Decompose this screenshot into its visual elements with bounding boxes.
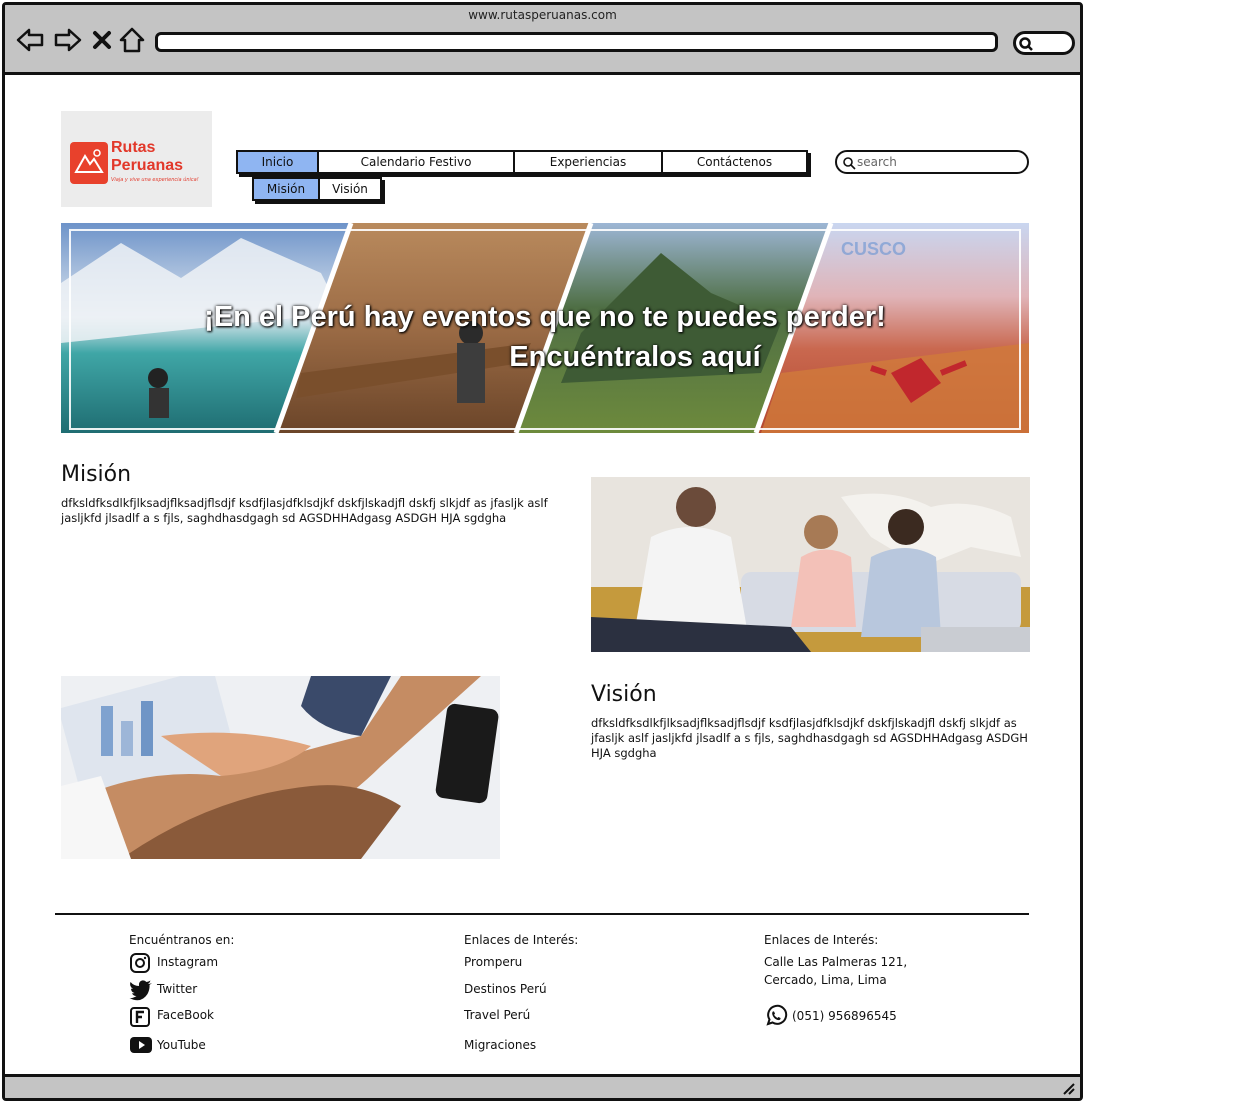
facebook-icon[interactable] xyxy=(129,1006,151,1028)
banner-headline: ¡En el Perú hay eventos que no te puedes… xyxy=(61,297,1029,377)
browser-toolbar: www.rutasperuanas.com xyxy=(5,5,1080,75)
footer-link-travel[interactable]: Travel Perú xyxy=(464,1008,530,1022)
footer-link-migraciones[interactable]: Migraciones xyxy=(464,1038,536,1052)
footer-phone[interactable]: (051) 956896545 xyxy=(792,1007,897,1025)
footer-social-heading: Encuéntranos en: xyxy=(129,933,235,947)
twitter-icon[interactable] xyxy=(129,979,153,1001)
search-icon xyxy=(843,157,856,170)
footer-social: Encuéntranos en: Instagram Twitter FaceB… xyxy=(129,930,349,1060)
team-hands-photo xyxy=(61,676,500,859)
instagram-icon[interactable] xyxy=(129,952,151,974)
site-logo[interactable]: Rutas Peruanas Viaja y vive una experien… xyxy=(61,111,212,207)
browser-window: www.rutasperuanas.com Rutas Peruanas Via… xyxy=(2,2,1083,1101)
nav-item-experiencias[interactable]: Experiencias xyxy=(515,152,663,172)
hero-banner[interactable]: CUSCO ¡En el Perú hay eventos que no te … xyxy=(61,223,1029,433)
site-search xyxy=(835,150,1029,174)
logo-title: Rutas Peruanas xyxy=(111,139,183,175)
footer-link-promperu[interactable]: Promperu xyxy=(464,955,522,969)
main-nav: Inicio Calendario Festivo Experiencias C… xyxy=(236,150,808,174)
nav-item-inicio[interactable]: Inicio xyxy=(238,152,319,172)
close-icon[interactable] xyxy=(91,25,113,55)
footer-contact: Enlaces de Interés: Calle Las Palmeras 1… xyxy=(764,930,1024,1060)
forward-arrow-icon[interactable] xyxy=(53,25,83,55)
footer-address-line1: Calle Las Palmeras 121, xyxy=(764,955,908,969)
vision-body: dfksldfksdlkfjlksadjflksadjflsdjf ksdfjl… xyxy=(591,716,1028,760)
search-input[interactable] xyxy=(857,154,1017,170)
mision-body: dfksldfksdlkfjlksadjflksadjflsdjf ksdfjl… xyxy=(61,496,548,525)
subnav-item-mision[interactable]: Misión xyxy=(254,179,320,199)
banner-line1: ¡En el Perú hay eventos que no te puedes… xyxy=(204,301,886,333)
magnifier-icon xyxy=(1019,37,1033,51)
nav-item-contactenos[interactable]: Contáctenos xyxy=(663,152,806,172)
mision-title: Misión xyxy=(61,462,132,487)
meeting-photo xyxy=(591,477,1030,652)
footer-link-facebook[interactable]: FaceBook xyxy=(157,1008,214,1022)
footer-link-destinos[interactable]: Destinos Perú xyxy=(464,982,547,996)
footer-contact-heading: Enlaces de Interés: xyxy=(764,933,879,947)
footer-links-heading: Enlaces de Interés: xyxy=(464,933,579,947)
footer-link-instagram[interactable]: Instagram xyxy=(157,955,218,969)
logo-tagline: Viaja y vive una experiencia única! xyxy=(111,177,199,183)
vision-title: Visión xyxy=(591,682,657,707)
url-caption: www.rutasperuanas.com xyxy=(468,8,617,22)
whatsapp-icon[interactable] xyxy=(764,1004,788,1028)
back-arrow-icon[interactable] xyxy=(15,25,45,55)
footer-address-line2: Cercado, Lima, Lima xyxy=(764,973,887,987)
sub-nav: Misión Visión xyxy=(252,177,382,201)
footer-link-twitter[interactable]: Twitter xyxy=(157,982,197,996)
logo-line1: Rutas xyxy=(111,139,156,156)
footer-links: Enlaces de Interés: Promperu Destinos Pe… xyxy=(464,930,684,1060)
footer-link-youtube[interactable]: YouTube xyxy=(157,1038,206,1052)
youtube-icon[interactable] xyxy=(129,1036,153,1054)
nav-item-calendario[interactable]: Calendario Festivo xyxy=(319,152,515,172)
browser-search-button[interactable] xyxy=(1013,31,1075,55)
subnav-item-vision[interactable]: Visión xyxy=(320,179,380,199)
address-bar[interactable] xyxy=(155,32,998,52)
logo-line2: Peruanas xyxy=(111,157,184,174)
home-icon[interactable] xyxy=(117,25,147,55)
mountain-logo-icon xyxy=(70,142,108,184)
browser-statusbar xyxy=(5,1074,1080,1098)
resize-grip-icon[interactable] xyxy=(1060,1080,1076,1096)
banner-line2: Encuéntralos aquí xyxy=(509,341,761,373)
footer-divider xyxy=(55,913,1029,915)
